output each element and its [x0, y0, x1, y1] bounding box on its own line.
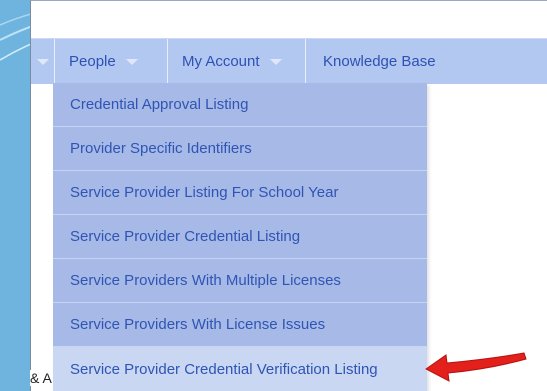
nav-item-people[interactable]: People [55, 39, 168, 84]
nav-item-knowledge-base[interactable]: Knowledge Base [306, 39, 450, 84]
menu-item-credential-verification-listing[interactable]: Service Provider Credential Verification… [53, 347, 427, 391]
page-panel: People My Account Knowledge Base Credent… [30, 0, 547, 391]
menu-item-service-providers-multiple-licenses[interactable]: Service Providers With Multiple Licenses [53, 259, 427, 303]
nav-people-label: People [69, 53, 116, 70]
nav-account-label: My Account [182, 53, 260, 70]
menu-item-service-providers-license-issues[interactable]: Service Providers With License Issues [53, 303, 427, 347]
nav-kb-label: Knowledge Base [323, 53, 436, 70]
menu-item-service-provider-listing-school-year[interactable]: Service Provider Listing For School Year [53, 171, 427, 215]
background-page-text: & A [30, 370, 52, 386]
chevron-down-icon [36, 58, 49, 65]
red-arrow-icon [425, 352, 527, 382]
chevron-down-icon [269, 58, 282, 65]
nav-item-my-account[interactable]: My Account [168, 39, 306, 84]
menu-item-credential-approval-listing[interactable]: Credential Approval Listing [53, 83, 427, 127]
nav-item-previous[interactable] [31, 39, 55, 84]
top-bar [31, 1, 547, 37]
people-dropdown-menu: Credential Approval Listing Provider Spe… [53, 83, 427, 391]
menu-item-service-provider-credential-listing[interactable]: Service Provider Credential Listing [53, 215, 427, 259]
screenshot-stage: People My Account Knowledge Base Credent… [0, 0, 547, 391]
chevron-down-icon [125, 58, 138, 65]
menu-item-provider-specific-identifiers[interactable]: Provider Specific Identifiers [53, 127, 427, 171]
main-navbar: People My Account Knowledge Base [31, 38, 547, 84]
